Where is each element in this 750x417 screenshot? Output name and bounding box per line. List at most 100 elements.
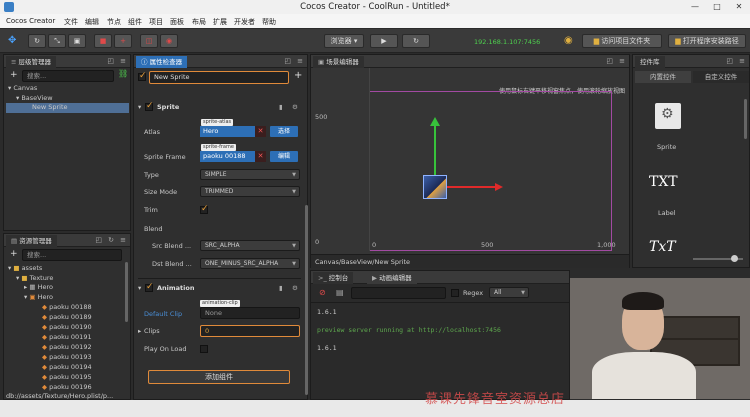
label-widget-icon[interactable]: TXT (649, 174, 678, 190)
asset-folder-assets[interactable]: ▾ ■ assets (8, 264, 42, 272)
asset-frame[interactable]: ◆ paoku 00192 (42, 343, 92, 351)
animation-editor-tab[interactable]: ▶ 动画编辑器 (367, 272, 417, 284)
global-toggle-icon[interactable]: ◫ (140, 34, 158, 48)
center-toggle-icon[interactable]: ◉ (160, 34, 178, 48)
asset-frame[interactable]: ◆ paoku 00194 (42, 363, 92, 371)
clips-collapse-icon[interactable]: ▸ (138, 327, 141, 335)
assets-search-input[interactable]: 搜索... (22, 249, 122, 261)
y-axis-arrow-icon[interactable] (430, 117, 440, 126)
hierarchy-tab[interactable]: ≡ 层级管理器 (6, 56, 57, 68)
asset-atlas-hero[interactable]: ▸ ▦ Hero (24, 283, 53, 291)
asset-frame[interactable]: ◆ paoku 00195 (42, 373, 92, 381)
menu-developer[interactable]: 开发者 (234, 17, 255, 27)
asset-image-hero[interactable]: ▾ ▣ Hero (24, 293, 53, 301)
tree-node-baseview[interactable]: ▾ BaseView (16, 94, 53, 102)
play-button[interactable]: ▶ (370, 34, 398, 48)
asset-folder-texture[interactable]: ▾ ■ Texture (16, 274, 53, 282)
animation-enabled-checkbox[interactable] (145, 282, 154, 292)
book-icon[interactable]: ▮ (279, 103, 283, 111)
sprite-collapse-icon[interactable]: ▾ (138, 103, 141, 111)
x-axis-arrow-icon[interactable] (495, 183, 503, 191)
move-tool-icon[interactable]: ✥ (8, 35, 16, 46)
popout-icon[interactable]: ◰ (726, 57, 733, 65)
default-clip-field[interactable]: None (200, 307, 300, 319)
sprite-frame-field[interactable]: paoku 00188 (200, 151, 255, 162)
console-filter-input[interactable] (351, 287, 446, 299)
type-select[interactable]: SIMPLE (200, 169, 300, 180)
add-icon[interactable]: + (294, 70, 302, 81)
assets-tab[interactable]: ▤ 资源管理器 (6, 235, 57, 247)
menu-project[interactable]: 项目 (149, 17, 163, 27)
node-name-input[interactable]: New Sprite (149, 71, 289, 84)
builtin-tab[interactable]: 内置控件 (635, 71, 691, 83)
local-toggle-icon[interactable]: ■ (94, 34, 112, 48)
minimize-icon[interactable]: — (684, 0, 706, 14)
open-install-path-button[interactable]: ▆ 打开程序安装路径 (668, 34, 746, 48)
menu-edit[interactable]: 编辑 (85, 17, 99, 27)
preview-platform-select[interactable]: 浏览器 ▾ (324, 34, 364, 48)
log-level-select[interactable]: All (489, 287, 529, 298)
asset-frame[interactable]: ◆ paoku 00189 (42, 313, 92, 321)
menu-node[interactable]: 节点 (107, 17, 121, 27)
add-asset-icon[interactable]: + (10, 249, 18, 259)
dst-blend-select[interactable]: ONE_MINUS_SRC_ALPHA (200, 258, 300, 269)
atlas-clear-icon[interactable]: ✕ (255, 126, 266, 137)
ip-address[interactable]: 192.168.1.107:7456 (474, 38, 540, 46)
hierarchy-search-input[interactable]: 搜索... (22, 70, 114, 82)
animation-collapse-icon[interactable]: ▾ (138, 284, 141, 292)
inspector-scrollbar[interactable] (305, 205, 308, 395)
maximize-icon[interactable]: □ (706, 0, 728, 14)
add-component-button[interactable]: 添加组件 (148, 370, 290, 384)
menu-layout[interactable]: 布局 (192, 17, 206, 27)
asset-frame[interactable]: ◆ paoku 00193 (42, 353, 92, 361)
asset-frame[interactable]: ◆ paoku 00188 (42, 303, 92, 311)
zoom-slider-thumb[interactable] (731, 255, 738, 262)
tree-node-canvas[interactable]: ▾ Canvas (8, 84, 37, 92)
atlas-field[interactable]: Hero (200, 126, 255, 137)
asset-frame[interactable]: ◆ paoku 00196 (42, 383, 92, 391)
rect-tool-icon[interactable]: ▣ (68, 34, 86, 48)
refresh-button[interactable]: ↻ (402, 34, 430, 48)
inspector-tab[interactable]: ⓘ 属性检查器 (136, 56, 188, 68)
popout-icon[interactable]: ◰ (606, 57, 613, 65)
settings-icon[interactable]: ⚙ (292, 103, 298, 111)
add-node-icon[interactable]: + (10, 70, 18, 80)
refresh-icon[interactable]: ↻ (108, 236, 114, 244)
play-on-load-checkbox[interactable] (200, 345, 208, 353)
menu-icon[interactable]: ≡ (619, 57, 625, 65)
atlas-select-button[interactable]: 选择 (270, 126, 298, 137)
assets-scrollbar[interactable] (125, 262, 128, 322)
library-tab[interactable]: 控件库 (635, 56, 665, 68)
menu-icon[interactable]: ≡ (297, 57, 303, 65)
copy-icon[interactable]: ▤ (336, 288, 344, 297)
open-project-folder-button[interactable]: ▆ 访问项目文件夹 (582, 34, 662, 48)
hero-sprite[interactable] (423, 175, 447, 199)
custom-tab[interactable]: 自定义控件 (693, 71, 749, 83)
menu-icon[interactable]: ≡ (120, 236, 126, 244)
node-active-checkbox[interactable] (138, 71, 147, 81)
book-icon[interactable]: ▮ (279, 284, 283, 292)
scale-tool-icon[interactable]: ⤡ (48, 34, 66, 48)
scene-tab[interactable]: ▣ 场景编辑器 (313, 56, 364, 68)
menu-file[interactable]: 文件 (64, 17, 78, 27)
src-blend-select[interactable]: SRC_ALPHA (200, 240, 300, 251)
sprite-enabled-checkbox[interactable] (145, 101, 154, 111)
popout-icon[interactable]: ◰ (107, 57, 114, 65)
pivot-toggle-icon[interactable]: + (114, 34, 132, 48)
richtext-widget-icon[interactable]: TxT (649, 239, 676, 255)
menu-icon[interactable]: ≡ (739, 57, 745, 65)
menu-extension[interactable]: 扩展 (213, 17, 227, 27)
sprite-widget[interactable]: ⚙ (655, 103, 681, 129)
close-icon[interactable]: ✕ (728, 0, 750, 14)
asset-frame[interactable]: ◆ paoku 00191 (42, 333, 92, 341)
clips-count-input[interactable]: 0 (200, 325, 300, 337)
library-scrollbar[interactable] (744, 99, 747, 139)
popout-icon[interactable]: ◰ (95, 236, 102, 244)
trim-checkbox[interactable] (200, 204, 209, 214)
clear-console-icon[interactable]: ⊘ (319, 288, 326, 297)
menu-cocos-creator[interactable]: Cocos Creator (6, 17, 55, 25)
size-mode-select[interactable]: TRIMMED (200, 186, 300, 197)
menu-panel[interactable]: 面板 (170, 17, 184, 27)
sprite-frame-clear-icon[interactable]: ✕ (255, 151, 266, 162)
console-tab[interactable]: >_ 控制台 (313, 272, 354, 284)
